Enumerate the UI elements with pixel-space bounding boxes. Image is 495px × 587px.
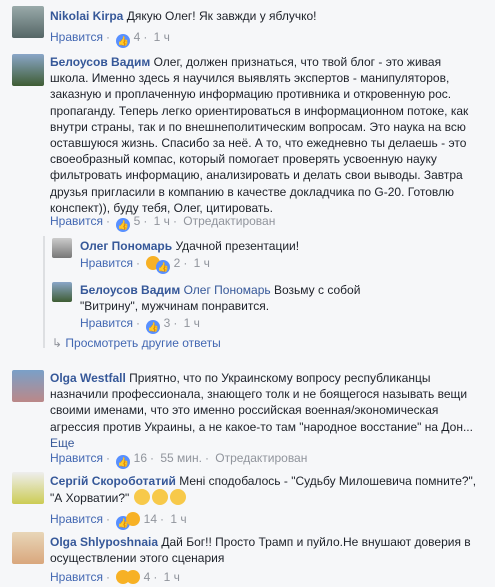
comment-actions: Нравится · 👍 3 · 1 ч <box>80 316 200 334</box>
comment-actions: Нравится · 4 · 1 ч <box>50 570 180 584</box>
like-button[interactable]: Нравится <box>80 256 133 270</box>
comment-author[interactable]: Olga Westfall <box>50 371 126 385</box>
like-icon: 👍 <box>116 455 131 469</box>
like-button[interactable]: Нравится <box>50 214 103 228</box>
avatar[interactable] <box>12 54 44 86</box>
timestamp[interactable]: 55 мин. <box>160 451 202 465</box>
like-icon: 👍 <box>156 260 171 274</box>
reply-icon: ↳ <box>52 336 63 350</box>
haha-icon <box>126 512 141 526</box>
reply: Белоусов Вадим Олег Пономарь Возьму с со… <box>80 282 420 314</box>
like-icon: 👍 <box>146 320 161 334</box>
mention-link[interactable]: Олег Пономарь <box>184 283 271 297</box>
comment-text: Дякую Олег! Як завжди у яблучко! <box>126 9 317 23</box>
like-button[interactable]: Нравится <box>50 451 103 465</box>
reaction-count[interactable]: 4 <box>134 30 141 44</box>
edited-label[interactable]: Отредактирован <box>215 451 307 465</box>
comment-author[interactable]: Nikolai Kirpa <box>50 9 123 23</box>
avatar[interactable] <box>52 282 72 302</box>
comment-author[interactable]: Белоусов Вадим <box>80 283 180 297</box>
avatar[interactable] <box>12 532 44 564</box>
reaction-count[interactable]: 2 <box>174 256 181 270</box>
like-button[interactable]: Нравится <box>50 30 103 44</box>
avatar[interactable] <box>12 472 44 504</box>
avatar[interactable] <box>52 238 72 258</box>
comment-text: Удачной презентации! <box>175 239 300 253</box>
comment-author[interactable]: Белоусов Вадим <box>50 55 150 69</box>
comments-thread: Nikolai Kirpa Дякую Олег! Як завжди у яб… <box>0 0 495 587</box>
comment: Olga Shlyposhnaia Дай Бог!! Просто Трамп… <box>50 534 480 566</box>
timestamp[interactable]: 1 ч <box>164 570 180 584</box>
comment-actions: Нравится · 👍 14 · 1 ч <box>50 512 187 530</box>
comment-actions: Нравится · 👍 16 · 55 мин. · Отредактирован <box>50 451 308 469</box>
reaction-count[interactable]: 4 <box>144 570 151 584</box>
comment: Olga Westfall Приятно, что по Украинском… <box>50 370 480 451</box>
timestamp[interactable]: 1 ч <box>194 256 210 270</box>
smile-emoji-icon <box>133 489 150 506</box>
like-icon: 👍 <box>116 218 131 232</box>
comment: Белоусов Вадим Олег, должен признаться, … <box>50 54 480 216</box>
comment: Nikolai Kirpa Дякую Олег! Як завжди у яб… <box>50 8 480 24</box>
comment-author[interactable]: Сергій Скороботатий <box>50 474 176 488</box>
like-button[interactable]: Нравится <box>80 316 133 330</box>
reaction-count[interactable]: 14 <box>144 512 157 526</box>
comment: Сергій Скороботатий Мені сподобалось - "… <box>50 473 480 506</box>
like-icon: 👍 <box>116 34 131 48</box>
comment-actions: Нравится · 👍 2 · 1 ч <box>80 256 210 274</box>
timestamp[interactable]: 1 ч <box>170 512 186 526</box>
reply: Олег Пономарь Удачной презентации! <box>80 238 480 254</box>
comment-actions: Нравится · 👍 5 · 1 ч · Отредактирован <box>50 214 276 232</box>
view-more-label[interactable]: Просмотреть другие ответы <box>65 336 220 350</box>
see-more-link[interactable]: Еще <box>50 436 74 450</box>
comment-author[interactable]: Olga Shlyposhnaia <box>50 535 158 549</box>
view-more-replies-link[interactable]: ↳ Просмотреть другие ответы <box>52 336 221 350</box>
timestamp[interactable]: 1 ч <box>154 214 170 228</box>
comment-actions: Нравится · 👍 4 · 1 ч <box>50 30 170 48</box>
comment-author[interactable]: Олег Пономарь <box>80 239 172 253</box>
timestamp[interactable]: 1 ч <box>154 30 170 44</box>
avatar[interactable] <box>12 370 44 402</box>
reply-thread-line <box>43 236 45 348</box>
like-button[interactable]: Нравится <box>50 570 103 584</box>
haha-icon <box>126 570 141 584</box>
smile-emoji-icon <box>169 489 186 506</box>
reaction-count[interactable]: 16 <box>134 451 147 465</box>
like-button[interactable]: Нравится <box>50 512 103 526</box>
reaction-count[interactable]: 5 <box>134 214 141 228</box>
reaction-count[interactable]: 3 <box>164 316 171 330</box>
avatar[interactable] <box>12 6 44 38</box>
smile-emoji-icon <box>151 489 168 506</box>
edited-label[interactable]: Отредактирован <box>183 214 275 228</box>
timestamp[interactable]: 1 ч <box>184 316 200 330</box>
comment-text: Олег, должен признаться, что твой блог -… <box>50 55 469 215</box>
